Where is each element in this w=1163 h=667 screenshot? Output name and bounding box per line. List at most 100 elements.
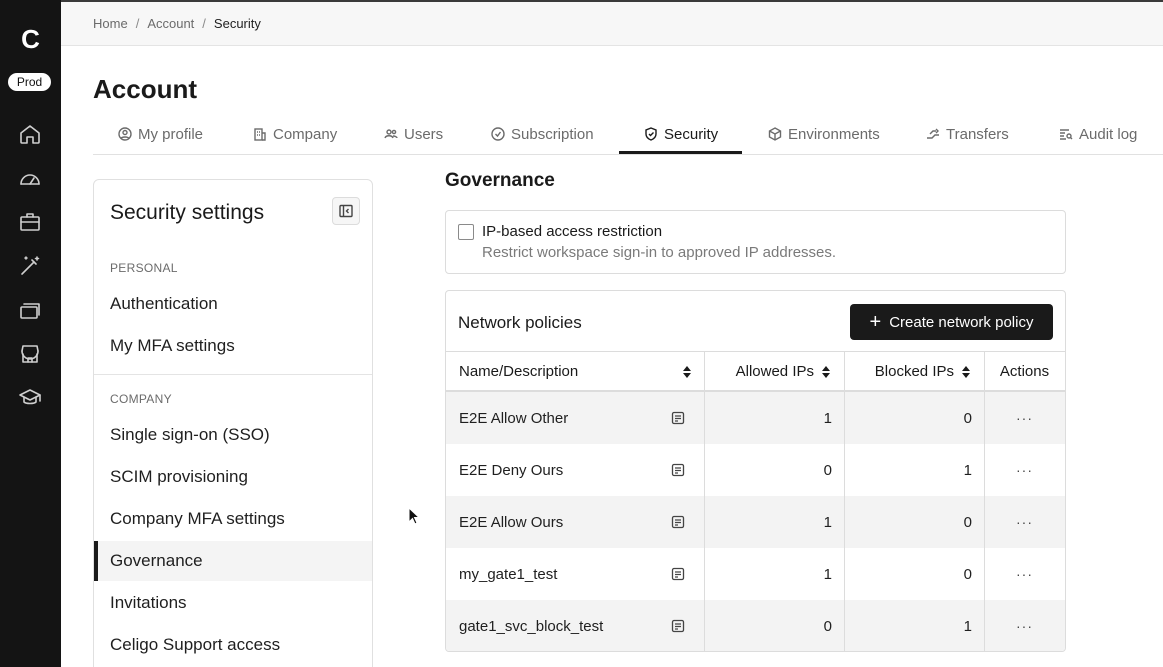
- blocked-ips-count: 0: [963, 409, 972, 427]
- environment-badge[interactable]: Prod: [8, 73, 51, 91]
- column-header-label: Blocked IPs: [874, 363, 954, 380]
- sidebar-item-governance[interactable]: Governance: [94, 541, 372, 581]
- stack-icon[interactable]: [18, 298, 42, 322]
- tab-label: Company: [273, 125, 338, 143]
- network-policies-table: Name/Description Allowed IPs Blocked IPs…: [446, 351, 1065, 651]
- policy-name: E2E Allow Ours: [459, 513, 564, 531]
- column-divider: [984, 351, 985, 651]
- ip-restriction-checkbox[interactable]: [458, 224, 474, 240]
- tab-label: Environments: [788, 125, 880, 143]
- tab-label: Users: [404, 125, 444, 143]
- tab-environments[interactable]: Environments: [768, 114, 880, 154]
- tab-subscription[interactable]: Subscription: [491, 114, 594, 154]
- breadcrumb: Home / Account / Security: [93, 16, 261, 31]
- column-divider: [704, 351, 705, 651]
- allowed-ips-count: 1: [823, 409, 832, 427]
- column-divider: [844, 351, 845, 651]
- transfer-icon: [927, 128, 939, 139]
- tab-label: Security: [664, 125, 719, 143]
- tab-label: Subscription: [511, 125, 594, 143]
- tab-label: Audit log: [1079, 125, 1138, 143]
- tab-transfers[interactable]: Transfers: [926, 114, 1009, 154]
- table-row[interactable]: E2E Deny Ours 0 1 ···: [446, 444, 1065, 496]
- magic-wand-icon[interactable]: [18, 254, 42, 278]
- security-settings-panel: Security settings PERSONAL Authenticatio…: [93, 179, 373, 667]
- tab-security[interactable]: Security: [644, 114, 718, 154]
- network-policies-card: Network policies + Create network policy…: [445, 290, 1066, 652]
- sidebar-item-invitations[interactable]: Invitations: [94, 583, 372, 623]
- breadcrumb-security: Security: [213, 16, 261, 31]
- column-header-allowed-ips[interactable]: Allowed IPs: [704, 352, 830, 391]
- network-policies-title: Network policies: [458, 313, 582, 332]
- dashboard-icon[interactable]: [18, 166, 42, 190]
- create-network-policy-button[interactable]: + Create network policy: [850, 304, 1053, 340]
- collapse-panel-button[interactable]: [332, 197, 360, 225]
- sidebar-item-sso[interactable]: Single sign-on (SSO): [94, 415, 372, 455]
- briefcase-icon[interactable]: [18, 210, 42, 234]
- policy-name: E2E Allow Other: [459, 409, 569, 427]
- tab-my-profile[interactable]: My profile: [118, 114, 203, 154]
- sidebar-item-company-mfa[interactable]: Company MFA settings: [94, 499, 372, 539]
- tab-users[interactable]: Users: [384, 114, 443, 154]
- blocked-ips-count: 1: [963, 617, 972, 635]
- sort-icon[interactable]: [822, 365, 830, 378]
- column-header-name[interactable]: Name/Description: [459, 352, 691, 391]
- blocked-ips-count: 0: [963, 513, 972, 531]
- app-logo[interactable]: C: [0, 24, 61, 55]
- policy-name: gate1_svc_block_test: [459, 617, 604, 635]
- table-row[interactable]: E2E Allow Other 1 0 ···: [446, 392, 1065, 444]
- active-tab-indicator: [619, 151, 742, 154]
- tab-audit-log[interactable]: Audit log: [1059, 114, 1137, 154]
- breadcrumb-separator: /: [202, 16, 206, 31]
- user-circle-icon: [118, 127, 132, 141]
- page-header: Home / Account / Security: [61, 2, 1163, 46]
- blocked-ips-count: 0: [963, 565, 972, 583]
- breadcrumb-account[interactable]: Account: [147, 16, 194, 31]
- ip-restriction-title: IP-based access restriction: [482, 223, 663, 240]
- row-actions-menu[interactable]: ···: [984, 496, 1065, 548]
- mouse-cursor: [408, 506, 421, 525]
- breadcrumb-home[interactable]: Home: [93, 16, 128, 31]
- section-title: Governance: [445, 170, 555, 191]
- cube-icon: [768, 127, 782, 141]
- store-icon[interactable]: [18, 342, 42, 366]
- column-header-label: Allowed IPs: [735, 363, 814, 380]
- shield-icon: [645, 127, 657, 141]
- row-actions-menu[interactable]: ···: [984, 444, 1065, 496]
- section-divider: [94, 374, 372, 375]
- row-actions-menu[interactable]: ···: [984, 600, 1065, 651]
- sidebar-item-support-access[interactable]: Celigo Support access: [94, 625, 372, 665]
- left-rail: C Prod: [0, 0, 61, 667]
- description-note-icon[interactable]: [671, 619, 685, 633]
- plus-icon: +: [869, 311, 882, 333]
- breadcrumb-separator: /: [135, 16, 140, 31]
- sort-icon[interactable]: [683, 365, 691, 378]
- home-icon[interactable]: [18, 122, 42, 146]
- row-actions-menu[interactable]: ···: [984, 548, 1065, 600]
- description-note-icon[interactable]: [671, 463, 685, 477]
- allowed-ips-count: 0: [823, 617, 832, 635]
- description-note-icon[interactable]: [671, 567, 685, 581]
- column-header-blocked-ips[interactable]: Blocked IPs: [844, 352, 970, 391]
- users-icon: [384, 129, 398, 139]
- allowed-ips-count: 1: [823, 513, 832, 531]
- column-header-label: Name/Description: [459, 363, 579, 380]
- create-button-label: Create network policy: [889, 313, 1034, 331]
- policy-name: my_gate1_test: [459, 565, 558, 583]
- tab-label: My profile: [138, 125, 204, 143]
- sidebar-item-authentication[interactable]: Authentication: [94, 284, 372, 324]
- table-row[interactable]: my_gate1_test 1 0 ···: [446, 548, 1065, 600]
- table-row[interactable]: E2E Allow Ours 1 0 ···: [446, 496, 1065, 548]
- section-label-company: COMPANY: [110, 392, 172, 406]
- allowed-ips-count: 0: [823, 461, 832, 479]
- row-actions-menu[interactable]: ···: [984, 392, 1065, 444]
- description-note-icon[interactable]: [671, 515, 685, 529]
- tab-company[interactable]: Company: [253, 114, 337, 154]
- sort-icon[interactable]: [962, 365, 970, 378]
- policy-name: E2E Deny Ours: [459, 461, 564, 479]
- graduation-cap-icon[interactable]: [18, 386, 42, 410]
- table-row[interactable]: gate1_svc_block_test 0 1 ···: [446, 600, 1065, 651]
- sidebar-item-my-mfa-settings[interactable]: My MFA settings: [94, 326, 372, 366]
- sidebar-item-scim[interactable]: SCIM provisioning: [94, 457, 372, 497]
- description-note-icon[interactable]: [671, 411, 685, 425]
